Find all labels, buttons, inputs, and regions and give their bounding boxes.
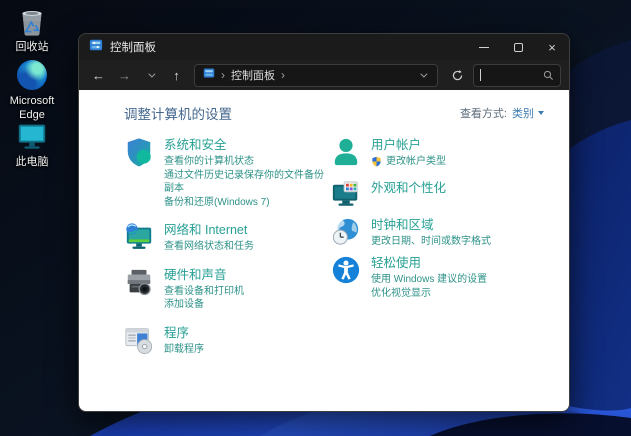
search-input[interactable] <box>485 69 539 81</box>
category-title[interactable]: 程序 <box>164 326 204 341</box>
arrow-up-icon: ↑ <box>173 68 180 83</box>
personalization-icon <box>331 180 361 210</box>
close-icon: × <box>548 41 556 54</box>
control-panel-icon <box>89 38 103 57</box>
desktop-icon-microsoft-edge[interactable]: Microsoft Edge <box>2 58 62 123</box>
close-button[interactable]: × <box>535 34 569 60</box>
arrow-right-icon: → <box>118 68 131 83</box>
window-controls: × <box>467 34 569 60</box>
category-title[interactable]: 时钟和区域 <box>371 218 491 233</box>
category-ease-of-access: 轻松使用 使用 Windows 建议的设置 优化视觉显示 <box>331 255 544 300</box>
edge-icon <box>15 58 49 92</box>
category-appearance-personalization: 外观和个性化 <box>331 180 544 210</box>
window-title: 控制面板 <box>110 39 156 55</box>
printer-icon <box>124 267 154 297</box>
task-link[interactable]: 卸载程序 <box>164 343 204 357</box>
up-button[interactable]: ↑ <box>165 64 188 86</box>
breadcrumb-separator: › <box>221 68 225 82</box>
refresh-icon <box>451 69 464 82</box>
refresh-button[interactable] <box>444 64 470 87</box>
minimize-icon <box>479 47 489 48</box>
category-column-right: 用户帐户 更改帐户类型 <box>331 137 544 369</box>
address-bar[interactable]: › 控制面板 › <box>194 64 438 87</box>
task-link[interactable]: 查看网络状态和任务 <box>164 240 254 254</box>
task-link[interactable]: 更改日期、时间或数字格式 <box>371 235 491 249</box>
network-icon <box>124 222 154 252</box>
category-title[interactable]: 硬件和声音 <box>164 268 244 283</box>
breadcrumb-separator: › <box>281 68 285 82</box>
task-link[interactable]: 备份和还原(Windows 7) <box>164 196 331 210</box>
category-clock-region: 时钟和区域 更改日期、时间或数字格式 <box>331 217 544 249</box>
category-column-left: 系统和安全 查看你的计算机状态 通过文件历史记录保存你的文件备份副本 备份和还原… <box>124 137 331 369</box>
maximize-icon <box>514 43 523 52</box>
minimize-button[interactable] <box>467 34 501 60</box>
uac-shield-icon <box>371 156 382 167</box>
shield-icon <box>124 137 154 167</box>
text-cursor <box>480 69 481 81</box>
desktop: 回收站 Microsoft Edge 此电脑 <box>0 0 631 436</box>
task-link[interactable]: 添加设备 <box>164 298 244 312</box>
ease-of-access-icon <box>331 255 361 285</box>
category-title[interactable]: 外观和个性化 <box>371 181 446 196</box>
task-link[interactable]: 更改帐户类型 <box>371 155 446 169</box>
control-panel-icon <box>203 66 215 84</box>
arrow-left-icon: ← <box>92 68 105 83</box>
view-by: 查看方式: 类别 <box>460 103 544 121</box>
task-link[interactable]: 使用 Windows 建议的设置 <box>371 273 487 287</box>
back-button[interactable]: ← <box>87 64 110 86</box>
category-title[interactable]: 用户帐户 <box>371 138 446 153</box>
task-link[interactable]: 优化视觉显示 <box>371 287 487 301</box>
category-system-security: 系统和安全 查看你的计算机状态 通过文件历史记录保存你的文件备份副本 备份和还原… <box>124 137 331 209</box>
category-hardware-sound: 硬件和声音 查看设备和打印机 添加设备 <box>124 267 331 312</box>
this-pc-icon <box>15 119 49 153</box>
recent-locations-button[interactable] <box>139 64 162 86</box>
view-by-dropdown[interactable]: 类别 <box>512 105 544 121</box>
category-network-internet: 网络和 Internet 查看网络状态和任务 <box>124 222 331 254</box>
desktop-icon-recycle-bin[interactable]: 回收站 <box>2 4 62 55</box>
search-icon <box>543 70 554 81</box>
user-icon <box>331 137 361 167</box>
programs-icon <box>124 325 154 355</box>
task-link[interactable]: 通过文件历史记录保存你的文件备份副本 <box>164 169 331 196</box>
search-box[interactable] <box>473 64 561 87</box>
category-title[interactable]: 系统和安全 <box>164 138 331 153</box>
category-title[interactable]: 网络和 Internet <box>164 223 254 238</box>
chevron-down-icon[interactable] <box>420 70 427 77</box>
clock-region-icon <box>331 217 361 247</box>
breadcrumb-control-panel[interactable]: 控制面板 <box>231 67 275 83</box>
task-link[interactable]: 查看你的计算机状态 <box>164 155 331 169</box>
task-link[interactable]: 查看设备和打印机 <box>164 285 244 299</box>
titlebar: 控制面板 × <box>79 34 569 60</box>
chevron-down-icon <box>148 70 155 77</box>
recycle-bin-icon <box>15 4 49 38</box>
forward-button[interactable]: → <box>113 64 136 86</box>
page-title: 调整计算机的设置 <box>124 103 232 123</box>
view-by-label: 查看方式: <box>460 105 507 121</box>
control-panel-window: 控制面板 × ← → ↑ › 控制面板 <box>78 33 570 412</box>
control-panel-content: 调整计算机的设置 查看方式: 类别 <box>79 90 569 411</box>
maximize-button[interactable] <box>501 34 535 60</box>
category-programs: 程序 卸载程序 <box>124 325 331 357</box>
caret-down-icon <box>538 111 544 115</box>
desktop-icon-this-pc[interactable]: 此电脑 <box>2 119 62 170</box>
category-user-accounts: 用户帐户 更改帐户类型 <box>331 137 544 169</box>
desktop-icon-label: 回收站 <box>16 41 49 55</box>
navigation-bar: ← → ↑ › 控制面板 › <box>79 60 569 90</box>
category-title[interactable]: 轻松使用 <box>371 256 487 271</box>
desktop-icon-label: 此电脑 <box>16 156 49 170</box>
